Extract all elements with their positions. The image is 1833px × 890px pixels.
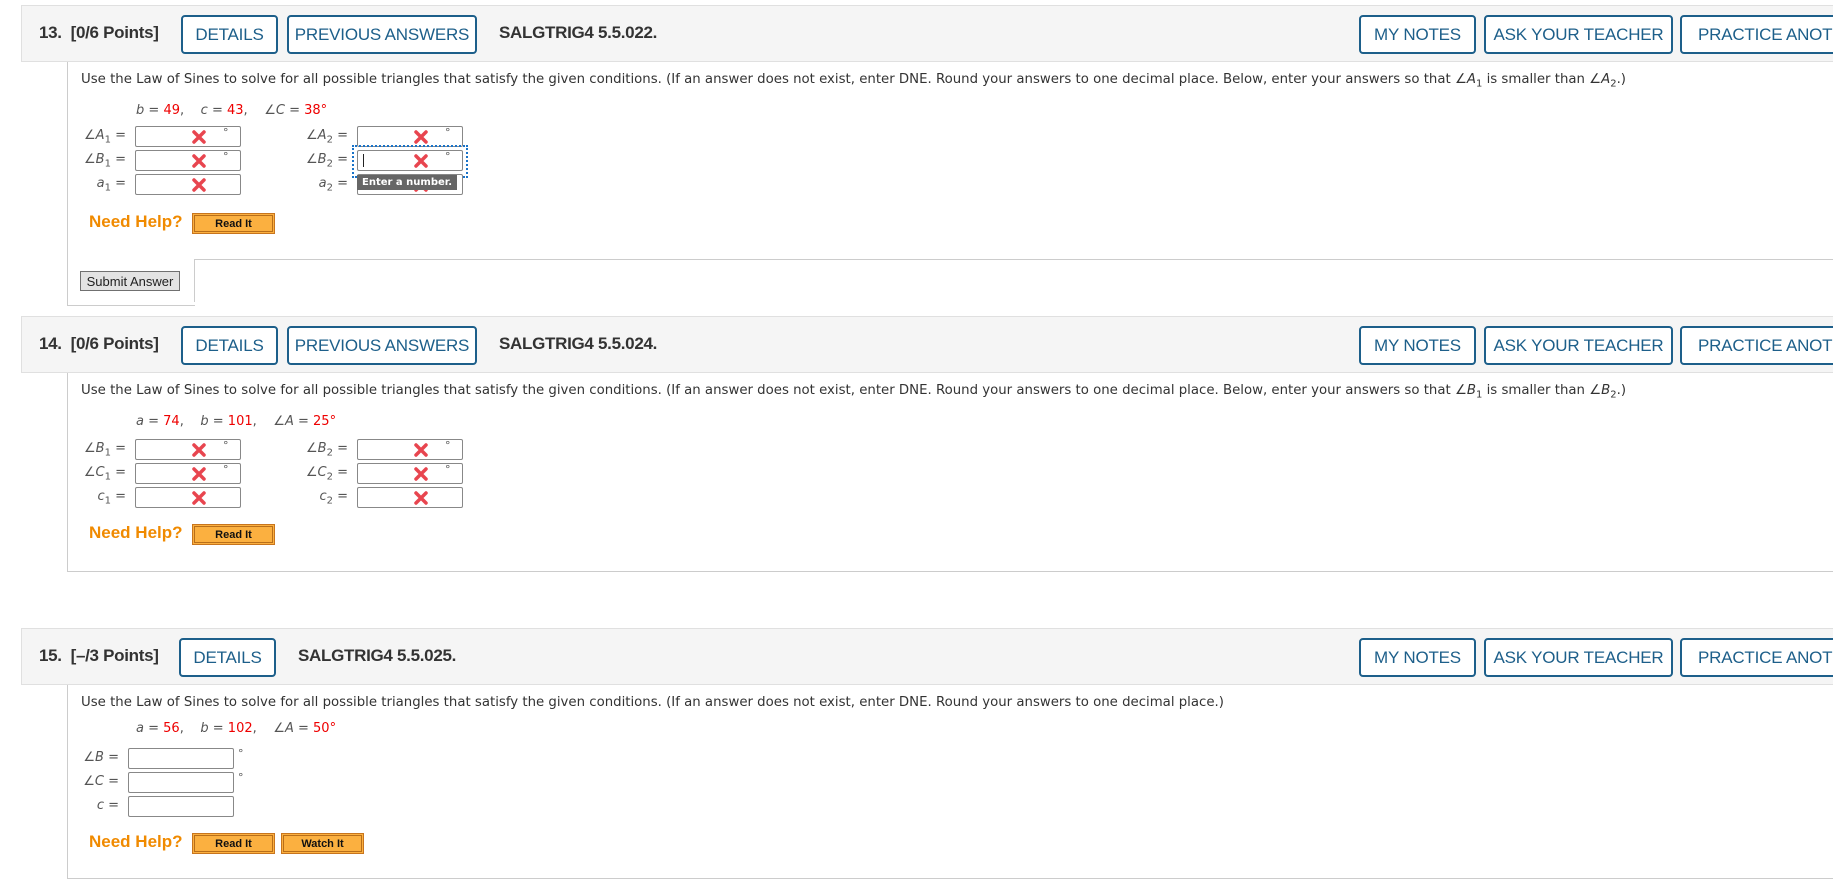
ask-your-teacher-button[interactable]: ASK YOUR TEACHER [1484, 15, 1673, 54]
question-prompt: Use the Law of Sines to solve for all po… [81, 383, 1627, 401]
degree-symbol: ° [223, 150, 229, 163]
degree-symbol: ° [238, 771, 244, 784]
question-13-header: 13. [0/6 Points] DETAILS PREVIOUS ANSWER… [21, 5, 1833, 62]
my-notes-button[interactable]: MY NOTES [1359, 326, 1476, 365]
field-label: c = [96, 798, 119, 813]
question-code: SALGTRIG4 5.5.025. [298, 646, 457, 665]
side-c1-input[interactable] [135, 487, 241, 508]
degree-symbol: ° [223, 463, 229, 476]
validation-tooltip: Enter a number. [357, 175, 458, 190]
given-values: a = 56, b = 102, ∠A = 50° [136, 721, 337, 736]
side-c2-input[interactable] [357, 487, 463, 508]
field-label: c2 = [319, 489, 348, 507]
question-15-header: 15. [–/3 Points] DETAILS SALGTRIG4 5.5.0… [21, 628, 1833, 685]
question-number: 15. [–/3 Points] [39, 646, 159, 665]
practice-another-button[interactable]: PRACTICE ANOTHER [1680, 638, 1833, 677]
angle-b-input[interactable] [128, 748, 234, 769]
details-button[interactable]: DETAILS [181, 326, 278, 365]
watch-it-button[interactable]: Watch It [281, 833, 364, 854]
field-label: ∠A2 = [306, 128, 348, 146]
x-mark-icon [192, 467, 206, 481]
x-mark-icon [192, 443, 206, 457]
my-notes-button[interactable]: MY NOTES [1359, 638, 1476, 677]
x-mark-icon [414, 467, 428, 481]
divider [194, 259, 195, 302]
submit-answer-button[interactable]: Submit Answer [80, 271, 180, 291]
question-code: SALGTRIG4 5.5.024. [499, 334, 658, 353]
my-notes-button[interactable]: MY NOTES [1359, 15, 1476, 54]
details-button[interactable]: DETAILS [181, 15, 278, 54]
x-mark-icon [414, 130, 428, 144]
need-help-label: Need Help? [89, 832, 183, 851]
degree-symbol: ° [223, 126, 229, 139]
x-mark-icon [414, 491, 428, 505]
degree-symbol: ° [445, 150, 451, 163]
side-c-input[interactable] [128, 796, 234, 817]
ask-your-teacher-button[interactable]: ASK YOUR TEACHER [1484, 638, 1673, 677]
field-label: ∠A1 = [84, 128, 126, 146]
question-number: 14. [0/6 Points] [39, 334, 159, 353]
read-it-button[interactable]: Read It [192, 213, 275, 234]
field-label: ∠C2 = [305, 465, 348, 483]
angle-c-input[interactable] [128, 772, 234, 793]
question-number: 13. [0/6 Points] [39, 23, 159, 42]
x-mark-icon [414, 443, 428, 457]
ask-your-teacher-button[interactable]: ASK YOUR TEACHER [1484, 326, 1673, 365]
side-a1-input[interactable] [135, 174, 241, 195]
practice-another-button[interactable]: PRACTICE ANOTHER [1680, 326, 1833, 365]
read-it-button[interactable]: Read It [192, 524, 275, 545]
question-prompt: Use the Law of Sines to solve for all po… [81, 695, 1224, 710]
given-values: a = 74, b = 101, ∠A = 25° [136, 414, 337, 429]
field-label: ∠B = [83, 750, 119, 765]
question-code: SALGTRIG4 5.5.022. [499, 23, 658, 42]
read-it-button[interactable]: Read It [192, 833, 275, 854]
field-label: a1 = [96, 176, 126, 194]
field-label: a2 = [318, 176, 348, 194]
degree-symbol: ° [445, 126, 451, 139]
field-label: ∠C = [83, 774, 119, 789]
degree-symbol: ° [223, 439, 229, 452]
degree-symbol: ° [445, 439, 451, 452]
previous-answers-button[interactable]: PREVIOUS ANSWERS [287, 15, 477, 54]
details-button[interactable]: DETAILS [179, 638, 276, 677]
practice-another-button[interactable]: PRACTICE ANOTHER [1680, 15, 1833, 54]
field-label: ∠B2 = [306, 152, 348, 170]
field-label: ∠B1 = [84, 152, 126, 170]
given-values: b = 49, c = 43, ∠C = 38° [136, 103, 328, 118]
need-help-label: Need Help? [89, 212, 183, 231]
previous-answers-button[interactable]: PREVIOUS ANSWERS [287, 326, 477, 365]
degree-symbol: ° [445, 463, 451, 476]
question-15-body: Use the Law of Sines to solve for all po… [67, 685, 1833, 879]
x-mark-icon [192, 491, 206, 505]
divider [194, 259, 1833, 260]
x-mark-icon [192, 178, 206, 192]
x-mark-icon [192, 130, 206, 144]
question-14-header: 14. [0/6 Points] DETAILS PREVIOUS ANSWER… [21, 316, 1833, 373]
question-13-body: Use the Law of Sines to solve for all po… [67, 62, 1833, 306]
text-caret [363, 154, 364, 167]
divider [67, 305, 195, 306]
x-mark-icon [414, 154, 428, 168]
field-label: ∠B1 = [84, 441, 126, 459]
need-help-label: Need Help? [89, 523, 183, 542]
field-label: c1 = [97, 489, 126, 507]
field-label: ∠B2 = [306, 441, 348, 459]
degree-symbol: ° [238, 747, 244, 760]
field-label: ∠C1 = [83, 465, 126, 483]
x-mark-icon [192, 154, 206, 168]
question-prompt: Use the Law of Sines to solve for all po… [81, 72, 1626, 90]
question-14-body: Use the Law of Sines to solve for all po… [67, 373, 1833, 572]
